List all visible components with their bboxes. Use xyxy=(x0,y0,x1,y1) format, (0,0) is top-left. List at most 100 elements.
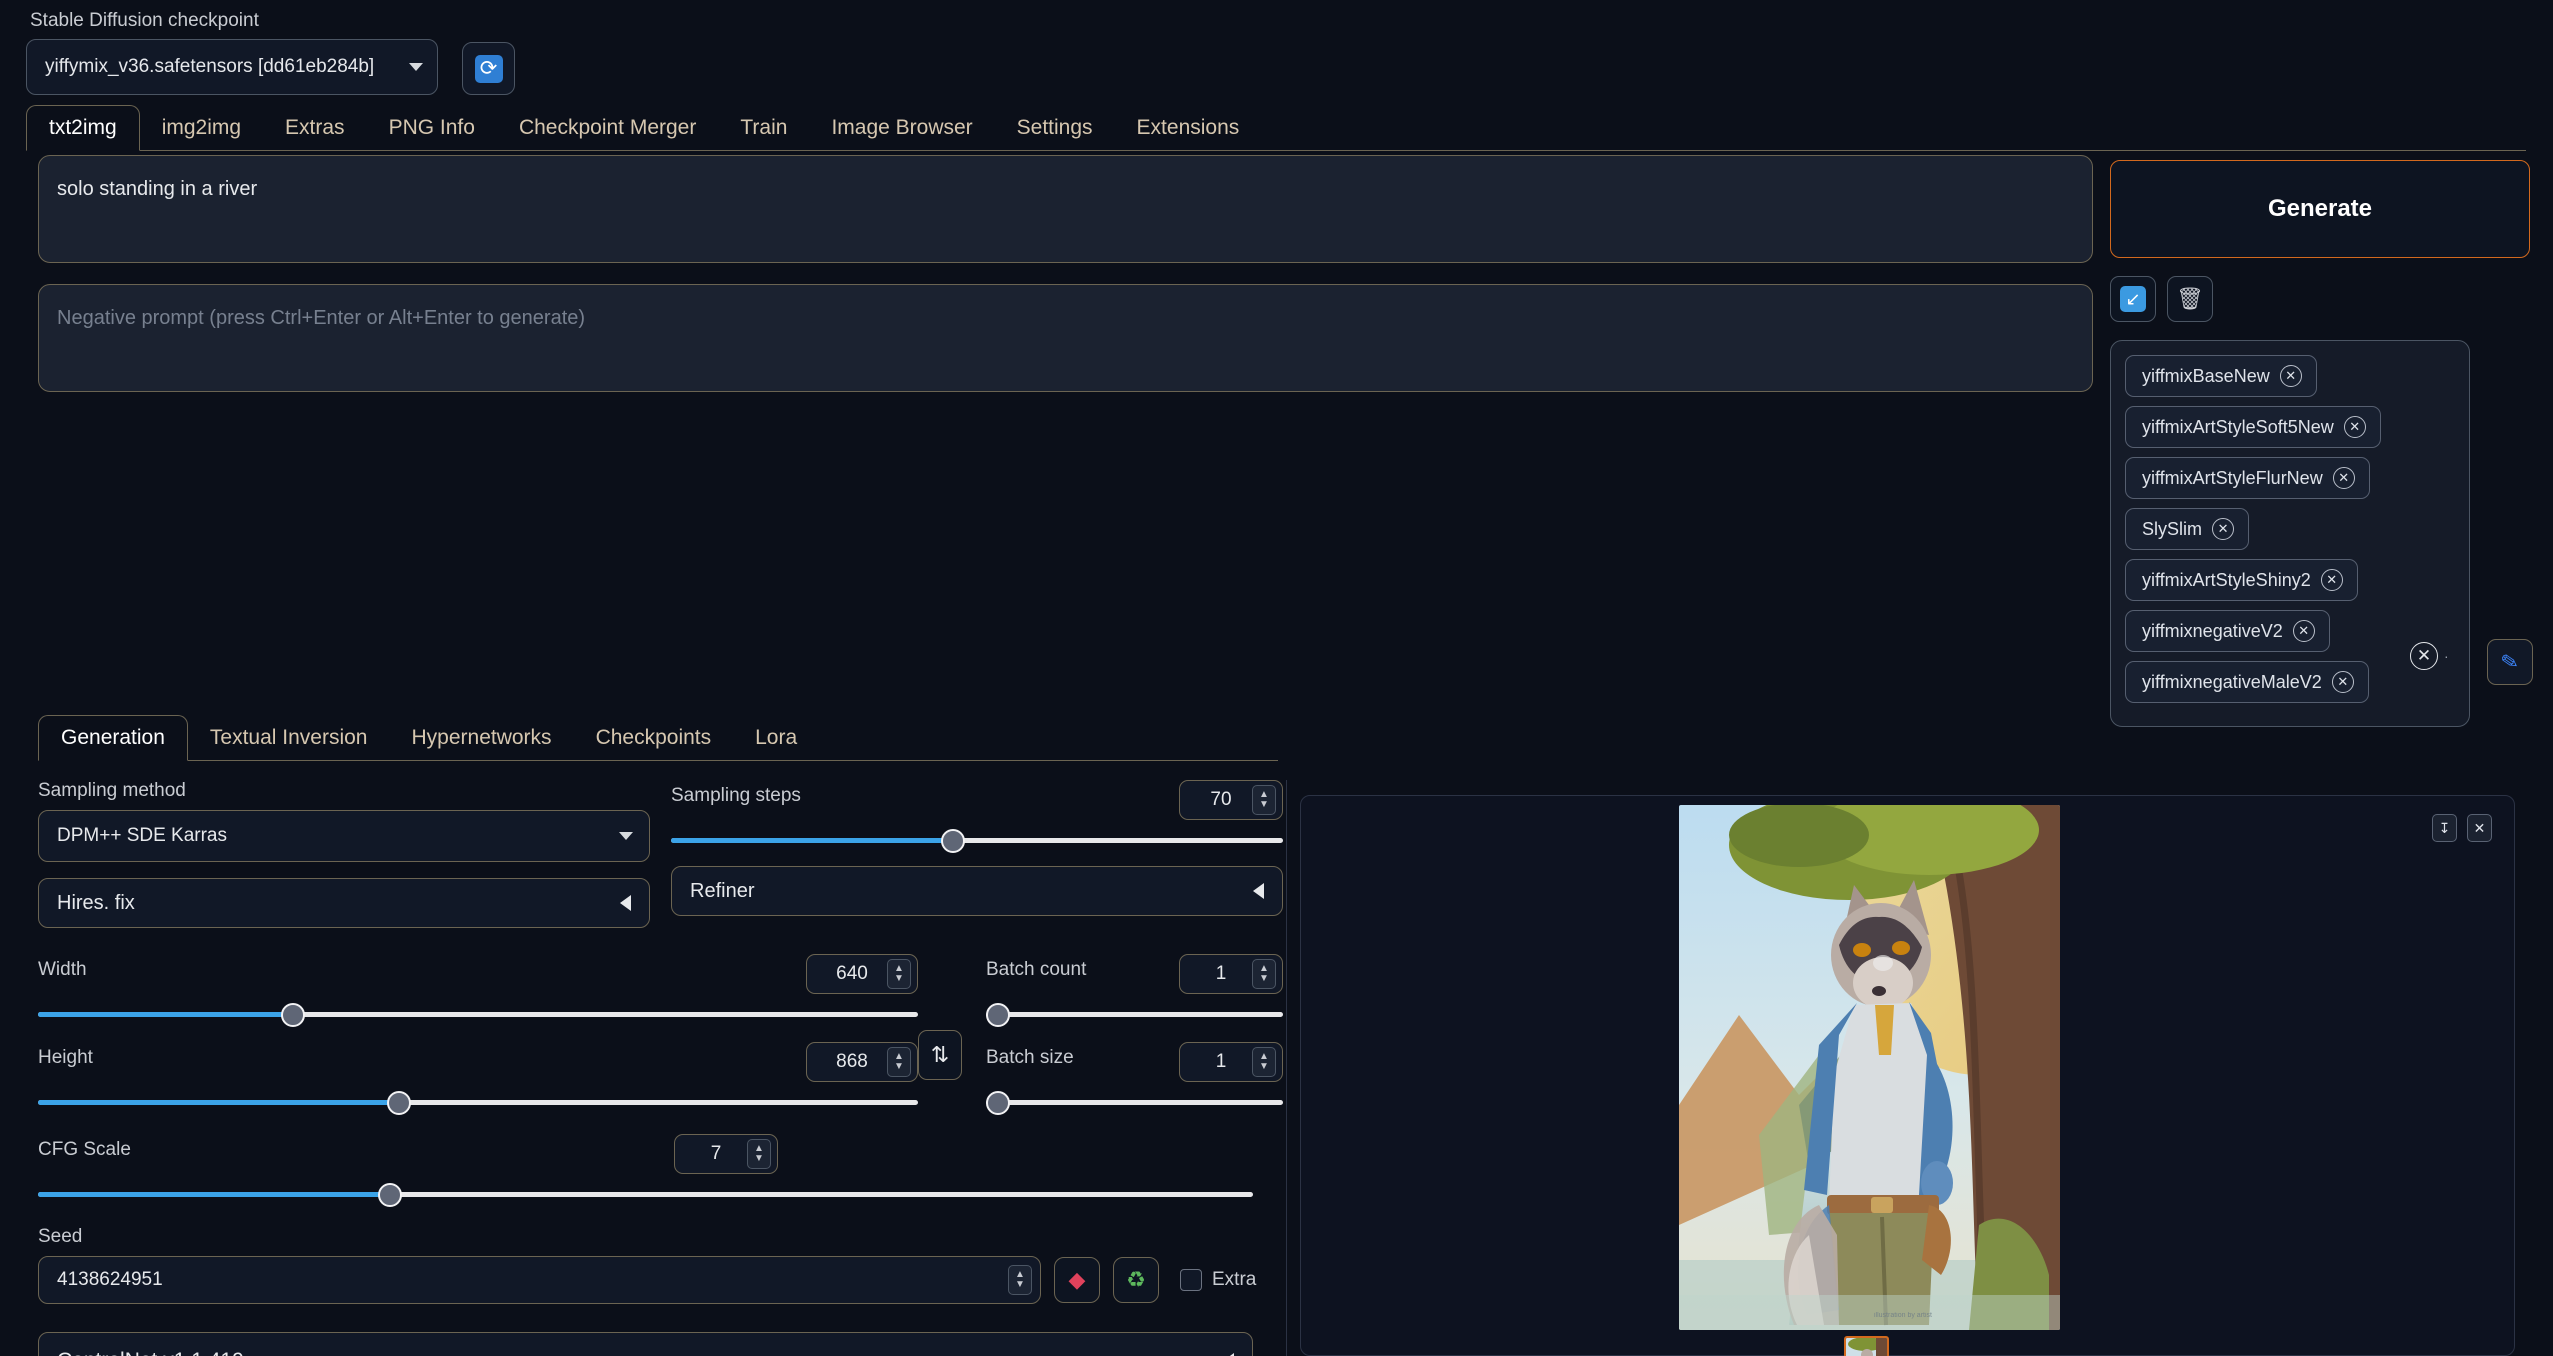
download-image-button[interactable]: ↧ xyxy=(2432,814,2457,842)
main-tab-bar: txt2img img2img Extras PNG Info Checkpoi… xyxy=(26,105,2526,151)
tab-extras[interactable]: Extras xyxy=(263,105,367,150)
height-header: Height 868 ▲ ▼ xyxy=(38,1042,918,1082)
height-number[interactable]: 868 ▲ ▼ xyxy=(806,1042,918,1082)
tab-img2img[interactable]: img2img xyxy=(140,105,263,150)
batch-size-number[interactable]: 1 ▲ ▼ xyxy=(1179,1042,1283,1082)
clear-prompt-button[interactable]: 🗑 xyxy=(2167,276,2213,322)
lora-chip[interactable]: yiffmixnegativeMaleV2 ✕ xyxy=(2125,661,2369,703)
tab-checkpoint-merger[interactable]: Checkpoint Merger xyxy=(497,105,718,150)
clear-all-loras[interactable]: ✕ · xyxy=(2410,642,2449,670)
close-circle-icon[interactable]: ✕ xyxy=(2410,642,2438,670)
stepper-icon[interactable]: ▲ ▼ xyxy=(887,1047,911,1077)
stepper-icon[interactable]: ▲ ▼ xyxy=(1252,1047,1276,1077)
hires-fix-accordion[interactable]: Hires. fix xyxy=(38,878,650,928)
gallery-thumbnail[interactable] xyxy=(1844,1336,1889,1356)
reuse-seed-button[interactable]: ♻ xyxy=(1113,1257,1159,1303)
recycle-icon: ♻ xyxy=(1126,1267,1146,1292)
random-seed-button[interactable]: ◆ xyxy=(1054,1257,1100,1303)
preview-toolbar: ↧ ✕ xyxy=(2432,814,2492,842)
stepper-icon[interactable]: ▲ ▼ xyxy=(747,1139,771,1169)
sampling-steps-header: Sampling steps 70 ▲ ▼ xyxy=(671,780,1283,820)
tab-extensions[interactable]: Extensions xyxy=(1115,105,1262,150)
slider-knob[interactable] xyxy=(940,829,965,853)
batch-count-slider[interactable] xyxy=(986,1003,1283,1027)
tab-checkpoints[interactable]: Checkpoints xyxy=(574,715,734,760)
gallery-thumbnail-art xyxy=(1846,1338,1887,1356)
width-slider[interactable] xyxy=(38,1003,918,1027)
paste-params-button[interactable]: ↙ xyxy=(2110,276,2156,322)
width-number[interactable]: 640 ▲ ▼ xyxy=(806,954,918,994)
refiner-label: Refiner xyxy=(690,879,755,902)
close-circle-icon[interactable]: ✕ xyxy=(2292,620,2315,642)
tab-png-info[interactable]: PNG Info xyxy=(367,105,497,150)
batch-size-slider[interactable] xyxy=(986,1091,1283,1115)
slider-knob[interactable] xyxy=(986,1003,1010,1027)
dice-icon: ◆ xyxy=(1068,1267,1086,1292)
style-edit-button[interactable]: ✎ xyxy=(2487,639,2533,685)
seed-value: 4138624951 xyxy=(57,1269,163,1290)
batch-count-value: 1 xyxy=(1215,963,1227,984)
refresh-checkpoints-button[interactable]: ⟳ xyxy=(462,42,515,95)
tab-txt2img[interactable]: txt2img xyxy=(26,105,140,151)
lora-chip[interactable]: yiffmixnegativeV2 ✕ xyxy=(2125,610,2330,652)
swap-dimensions-button[interactable]: ⇅ xyxy=(918,1030,962,1080)
tab-train[interactable]: Train xyxy=(718,105,809,150)
tab-generation[interactable]: Generation xyxy=(38,715,188,761)
controlnet-accordion[interactable]: ControlNet v1.1.419 xyxy=(38,1332,1253,1356)
seed-label: Seed xyxy=(38,1226,83,1247)
stepper-icon[interactable]: ▲ ▼ xyxy=(1252,959,1276,989)
stepper-icon[interactable]: ▲ ▼ xyxy=(887,959,911,989)
tab-image-browser[interactable]: Image Browser xyxy=(809,105,994,150)
checkpoint-label: Stable Diffusion checkpoint xyxy=(30,10,259,31)
checkbox-icon[interactable] xyxy=(1180,1269,1202,1291)
lora-chip[interactable]: SlySlim ✕ xyxy=(2125,508,2250,550)
paintbrush-icon: ✎ xyxy=(2499,649,2521,675)
close-circle-icon[interactable]: ✕ xyxy=(2212,518,2235,540)
stepper-icon[interactable]: ▲ ▼ xyxy=(1252,785,1276,815)
generated-image[interactable]: illustration by artist xyxy=(1679,805,2060,1330)
seed-input[interactable]: 4138624951 ▲ ▼ xyxy=(38,1256,1041,1304)
prompt-input[interactable]: solo standing in a river xyxy=(38,155,2093,263)
close-circle-icon[interactable]: ✕ xyxy=(2320,569,2343,591)
lora-chip[interactable]: yiffmixBaseNew ✕ xyxy=(2125,355,2317,397)
close-circle-icon[interactable]: ✕ xyxy=(2332,467,2355,489)
sampling-steps-label: Sampling steps xyxy=(671,785,801,806)
slider-track xyxy=(986,1012,1283,1017)
slider-knob[interactable] xyxy=(378,1183,403,1207)
generate-button[interactable]: Generate xyxy=(2110,160,2530,258)
sampling-steps-slider[interactable] xyxy=(671,829,1283,853)
refiner-accordion[interactable]: Refiner xyxy=(671,866,1283,916)
lora-chip[interactable]: yiffmixArtStyleShiny2 ✕ xyxy=(2125,559,2358,601)
slider-fill xyxy=(38,1100,399,1105)
stepper-icon[interactable]: ▲ ▼ xyxy=(1008,1265,1032,1295)
close-circle-icon[interactable]: ✕ xyxy=(2343,416,2366,438)
slider-knob[interactable] xyxy=(986,1091,1010,1115)
tab-lora[interactable]: Lora xyxy=(733,715,819,760)
close-preview-button[interactable]: ✕ xyxy=(2467,814,2492,842)
lora-chip-label: yiffmixnegativeV2 xyxy=(2142,620,2283,641)
lora-chip[interactable]: yiffmixArtStyleFlurNew ✕ xyxy=(2125,457,2370,499)
height-slider[interactable] xyxy=(38,1091,918,1115)
slider-knob[interactable] xyxy=(386,1091,411,1115)
dropdown-dot-icon: · xyxy=(2444,648,2449,664)
slider-fill xyxy=(38,1012,294,1017)
sampling-steps-number[interactable]: 70 ▲ ▼ xyxy=(1179,780,1283,820)
checkpoint-select[interactable]: yiffymix_v36.safetensors [dd61eb284b] xyxy=(26,39,438,95)
sampling-method-select[interactable]: DPM++ SDE Karras xyxy=(38,810,650,862)
lora-chip-label: yiffmixArtStyleShiny2 xyxy=(2142,569,2311,590)
extra-seed-toggle[interactable]: Extra xyxy=(1180,1269,1256,1291)
tab-textual-inversion[interactable]: Textual Inversion xyxy=(188,715,390,760)
cfg-scale-slider[interactable] xyxy=(38,1183,1253,1207)
cfg-header: CFG Scale 7 ▲ ▼ xyxy=(38,1134,1283,1174)
tab-settings[interactable]: Settings xyxy=(995,105,1115,150)
tab-hypernetworks[interactable]: Hypernetworks xyxy=(390,715,574,760)
slider-knob[interactable] xyxy=(281,1003,306,1027)
batch-count-number[interactable]: 1 ▲ ▼ xyxy=(1179,954,1283,994)
cfg-scale-number[interactable]: 7 ▲ ▼ xyxy=(674,1134,778,1174)
close-circle-icon[interactable]: ✕ xyxy=(2331,671,2354,693)
lora-chip[interactable]: yiffmixArtStyleSoft5New ✕ xyxy=(2125,406,2381,448)
cfg-group: CFG Scale 7 ▲ ▼ xyxy=(38,1134,1283,1207)
negative-prompt-input[interactable]: Negative prompt (press Ctrl+Enter or Alt… xyxy=(38,284,2093,392)
close-circle-icon[interactable]: ✕ xyxy=(2279,365,2302,387)
batch-size-value: 1 xyxy=(1215,1051,1227,1072)
